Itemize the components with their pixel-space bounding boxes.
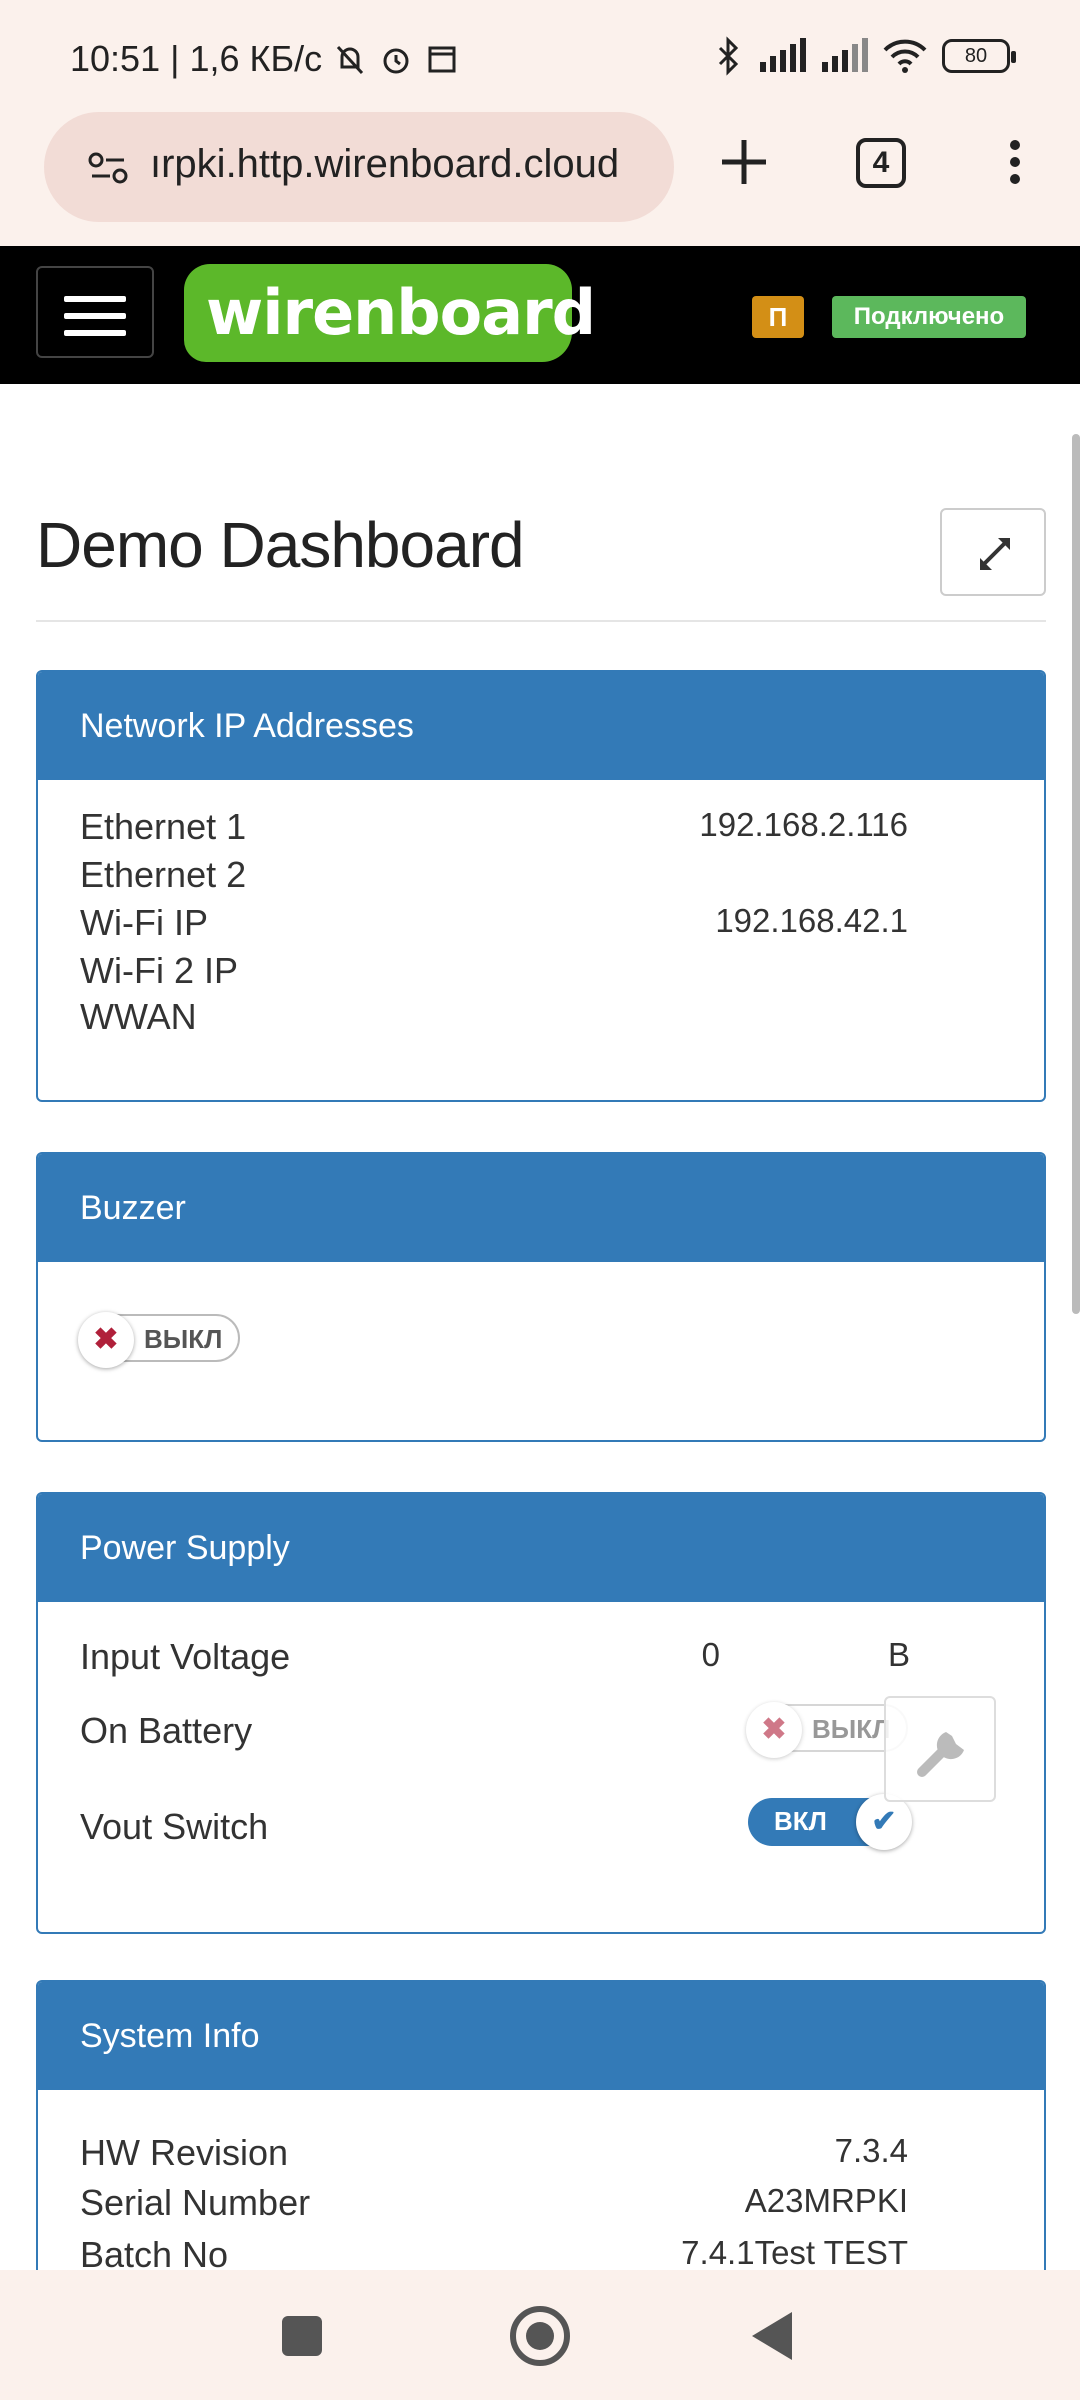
browser-toolbar: ırpki.http.wirenboard.cloud 4 [0,112,1080,246]
row-label: Ethernet 1 [80,806,247,847]
home-icon[interactable] [510,2306,570,2366]
url-display: ırpki.http.wirenboard.cloud [150,142,620,186]
row-label: On Battery [80,1710,253,1751]
row-label: HW Revision [80,2132,289,2173]
new-tab-icon[interactable] [716,134,772,190]
system-navigation-bar [0,2270,1080,2400]
close-icon: ✖ [746,1702,802,1758]
vout-switch-toggle[interactable]: ВКЛ ✔ [748,1794,912,1850]
close-icon: ✖ [78,1312,134,1368]
system-info-panel: System Info HW Revision 7.3.4 Serial Num… [36,1980,1046,2270]
site-settings-icon[interactable] [88,148,128,188]
panel-title: System Info [38,1982,1044,2090]
buzzer-panel: Buzzer ✖ ВЫКЛ [36,1152,1046,1442]
row-value: 7.4.1Test TEST [681,2234,908,2270]
address-bar[interactable]: ırpki.http.wirenboard.cloud [44,112,674,222]
row-label: Batch No [80,2234,229,2270]
row-label: Wi-Fi IP [80,902,208,943]
row-label: WWAN [80,996,197,1037]
toggle-label: ВЫКЛ [144,1324,223,1354]
toggle-label: ВЫКЛ [812,1714,891,1744]
bluetooth-icon [718,36,739,76]
row-value: 192.168.2.116 [699,806,908,843]
row-value: A23MRPKI [744,2182,908,2219]
tab-switcher-button[interactable]: 4 [856,138,906,188]
row-value: 192.168.42.1 [715,902,908,939]
row-label: Vout Switch [80,1806,269,1847]
status-left: 10:51 | 1,6 КБ/с [70,38,460,80]
panel-title: Network IP Addresses [38,672,1044,780]
status-bar: 10:51 | 1,6 КБ/с 80 [0,0,1080,112]
url-text[interactable]: ırpki.http.wirenboard.cloud [150,142,670,187]
wirenboard-logo[interactable]: wirenboard [184,264,596,362]
user-badge: П [752,296,804,338]
calendar-icon [428,46,456,73]
wifi-icon [883,39,927,73]
row-value: 0 [701,1636,720,1673]
connection-status-badge: Подключено [832,296,1026,338]
fullscreen-button[interactable] [940,508,1046,596]
row-label: Serial Number [80,2182,311,2223]
back-icon[interactable] [752,2312,792,2360]
row-label: Ethernet 2 [80,854,247,895]
row-label: Input Voltage [80,1636,291,1677]
hamburger-menu-icon[interactable] [36,266,154,358]
panel-title: Buzzer [38,1154,1044,1262]
app-navbar: wirenboard П Подключено [0,246,1080,384]
network-panel: Network IP Addresses Ethernet 1 192.168.… [36,670,1046,1102]
logo-text: wirenboard [206,276,596,349]
edit-widgets-button[interactable] [884,1696,996,1802]
signal-icon [760,38,806,72]
row-unit: В [888,1636,911,1673]
recents-icon[interactable] [282,2316,322,2356]
signal-icon [822,38,868,72]
buzzer-toggle[interactable]: ✖ ВЫКЛ [78,1312,240,1368]
battery-icon: 80 [942,39,1016,73]
status-right: 80 [714,36,1016,76]
alarm-icon [383,48,409,74]
wrench-icon [917,1732,964,1777]
toggle-label: ВКЛ [774,1806,827,1836]
browser-menu-icon[interactable] [1000,134,1030,194]
time-and-speed: 10:51 | 1,6 КБ/с [70,38,323,79]
row-label: Wi-Fi 2 IP [80,950,238,991]
mute-icon [336,45,364,75]
expand-icon [980,538,1010,570]
row-value: 7.3.4 [834,2132,908,2169]
page-title: Demo Dashboard [36,509,525,581]
main-content: Demo Dashboard Network IP Addresses Ethe… [0,384,1080,2270]
page-scrollbar[interactable] [1072,434,1080,1314]
title-divider [36,620,1046,622]
panel-title: Power Supply [38,1494,1044,1602]
